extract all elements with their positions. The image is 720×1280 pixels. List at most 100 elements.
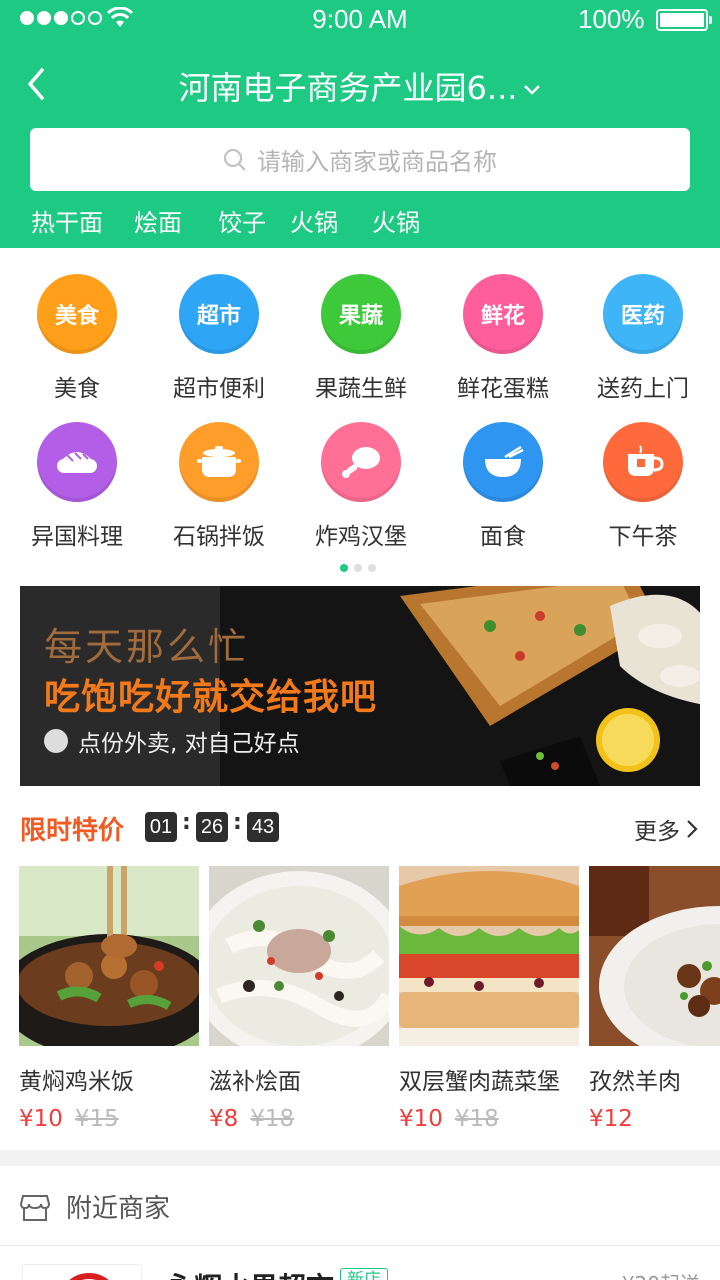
- chevron-right-icon: [687, 820, 698, 838]
- original-price: ¥18: [454, 1106, 499, 1132]
- category-label: 面食: [480, 524, 526, 550]
- basket-icon: 超市: [179, 274, 259, 354]
- product-image: [209, 866, 389, 1046]
- category-grid: 美食 美食 超市 超市便利 果蔬 果蔬生鲜 鲜花 鲜花蛋糕 医药 送药上门 异国…: [0, 248, 720, 576]
- flower-icon: 鲜花: [463, 274, 543, 354]
- battery-icon: [656, 9, 712, 31]
- category-badge: 果蔬: [338, 304, 383, 329]
- product-price: ¥10 ¥18: [399, 1106, 579, 1132]
- category-label: 送药上门: [597, 376, 689, 402]
- current-price: ¥8: [209, 1106, 239, 1132]
- category-foreign-cuisine[interactable]: 异国料理: [6, 422, 148, 551]
- nearby-merchants-header: 附近商家: [0, 1166, 720, 1246]
- search-placeholder: 请输入商家或商品名称: [257, 148, 497, 176]
- category-badge: 美食: [54, 304, 99, 329]
- hot-tags: 热干面 烩面 饺子 火锅 火锅: [0, 203, 720, 239]
- search-icon: [223, 148, 246, 171]
- hot-tag[interactable]: 饺子: [218, 203, 266, 238]
- countdown-separator: :: [233, 810, 242, 835]
- banner-subtitle-text: 点份外卖, 对自己好点: [78, 731, 300, 757]
- noodle-bowl-icon: [463, 422, 543, 502]
- category-label: 异国料理: [31, 524, 123, 550]
- product-image: [19, 866, 199, 1046]
- tea-cup-icon: [603, 422, 683, 502]
- banner-headline: 每天那么忙: [44, 625, 250, 669]
- current-price: ¥10: [399, 1106, 443, 1132]
- flash-sale-section: 限时特价 01 : 26 : 43 更多 黄焖鸡米饭 ¥10 ¥15 滋补烩面 …: [0, 796, 720, 1150]
- category-label: 石锅拌饭: [173, 524, 265, 550]
- product-image: [399, 866, 579, 1046]
- page-indicator: [340, 564, 376, 572]
- category-label: 果蔬生鲜: [315, 376, 407, 402]
- header: 9:00 AM 100% 河南电子商务产业园6... 请输入商家或商品名称 热干…: [0, 0, 720, 248]
- more-link[interactable]: 更多: [634, 812, 698, 846]
- location-selector[interactable]: 河南电子商务产业园6...: [0, 63, 720, 109]
- hot-tag[interactable]: 火锅: [372, 203, 420, 238]
- countdown-minutes: 26: [196, 812, 228, 842]
- location-title: 河南电子商务产业园6...: [178, 69, 518, 107]
- product-price: ¥8 ¥18: [209, 1106, 389, 1132]
- category-badge: 超市: [196, 304, 241, 329]
- current-price: ¥10: [19, 1106, 63, 1132]
- category-label: 下午茶: [608, 524, 678, 550]
- category-badge: 医药: [620, 304, 665, 329]
- category-stone-pot[interactable]: 石锅拌饭: [148, 422, 290, 551]
- category-label: 炸鸡汉堡: [315, 524, 407, 550]
- product-name: 黄焖鸡米饭: [19, 1069, 134, 1095]
- new-store-badge: 新店: [340, 1268, 388, 1280]
- nearby-title: 附近商家: [66, 1194, 171, 1224]
- dish-cover-icon: [44, 729, 68, 753]
- promo-banner[interactable]: 每天那么忙 吃饱吃好就交给我吧 点份外卖, 对自己好点: [20, 586, 700, 786]
- product-card[interactable]: 孜然羊肉 ¥12: [589, 866, 720, 1132]
- more-label: 更多: [634, 819, 680, 845]
- category-label: 鲜花蛋糕: [457, 376, 549, 402]
- hot-tag[interactable]: 热干面: [31, 203, 103, 238]
- product-name: 孜然羊肉: [589, 1069, 681, 1095]
- countdown-hours: 01: [145, 812, 177, 842]
- drumstick-icon: [321, 422, 401, 502]
- merchant-name: 永辉水果超市: [166, 1266, 334, 1280]
- search-input[interactable]: 请输入商家或商品名称: [30, 128, 690, 191]
- product-name: 双层蟹肉蔬菜堡: [399, 1069, 560, 1095]
- category-badge: 鲜花: [480, 304, 525, 329]
- category-noodles[interactable]: 面食: [432, 422, 574, 551]
- battery-percent: 100%: [578, 4, 645, 34]
- banner-section: 每天那么忙 吃饱吃好就交给我吧 点份外卖, 对自己好点: [0, 576, 720, 796]
- category-label: 超市便利: [173, 376, 265, 402]
- merchant-item[interactable]: 永辉水果超市 新店 ¥20起送: [0, 1246, 720, 1280]
- countdown-separator: :: [182, 810, 191, 835]
- product-price: ¥12: [589, 1106, 720, 1132]
- category-chicken-burger[interactable]: 炸鸡汉堡: [290, 422, 432, 551]
- merchant-logo: [22, 1264, 142, 1280]
- current-price: ¥12: [589, 1106, 633, 1132]
- product-card[interactable]: 黄焖鸡米饭 ¥10 ¥15: [19, 866, 199, 1132]
- original-price: ¥15: [74, 1106, 119, 1132]
- original-price: ¥18: [250, 1106, 295, 1132]
- hot-tag[interactable]: 火锅: [290, 203, 338, 238]
- product-card[interactable]: 滋补烩面 ¥8 ¥18: [209, 866, 389, 1132]
- category-medicine[interactable]: 医药 送药上门: [572, 274, 714, 403]
- apple-icon: 果蔬: [321, 274, 401, 354]
- status-bar: 9:00 AM 100%: [0, 0, 720, 40]
- food-icon: 美食: [37, 274, 117, 354]
- countdown-seconds: 43: [247, 812, 279, 842]
- category-label: 美食: [54, 376, 100, 402]
- flash-sale-title: 限时特价: [20, 816, 125, 846]
- pot-icon: [179, 422, 259, 502]
- chevron-down-icon: [524, 85, 541, 95]
- hot-tag[interactable]: 烩面: [134, 203, 182, 238]
- category-flowers-cake[interactable]: 鲜花 鲜花蛋糕: [432, 274, 574, 403]
- product-price: ¥10 ¥15: [19, 1106, 199, 1132]
- min-order: ¥20起送: [622, 1268, 700, 1280]
- banner-subtitle: 点份外卖, 对自己好点: [44, 724, 300, 758]
- product-name: 滋补烩面: [209, 1069, 301, 1095]
- product-card[interactable]: 双层蟹肉蔬菜堡 ¥10 ¥18: [399, 866, 579, 1132]
- category-food[interactable]: 美食 美食: [6, 274, 148, 403]
- category-supermarket[interactable]: 超市 超市便利: [148, 274, 290, 403]
- banner-slogan: 吃饱吃好就交给我吧: [44, 677, 378, 718]
- sushi-icon: [37, 422, 117, 502]
- category-fruit-veg[interactable]: 果蔬 果蔬生鲜: [290, 274, 432, 403]
- store-icon: [20, 1195, 50, 1221]
- category-afternoon-tea[interactable]: 下午茶: [572, 422, 714, 551]
- medicine-box-icon: 医药: [603, 274, 683, 354]
